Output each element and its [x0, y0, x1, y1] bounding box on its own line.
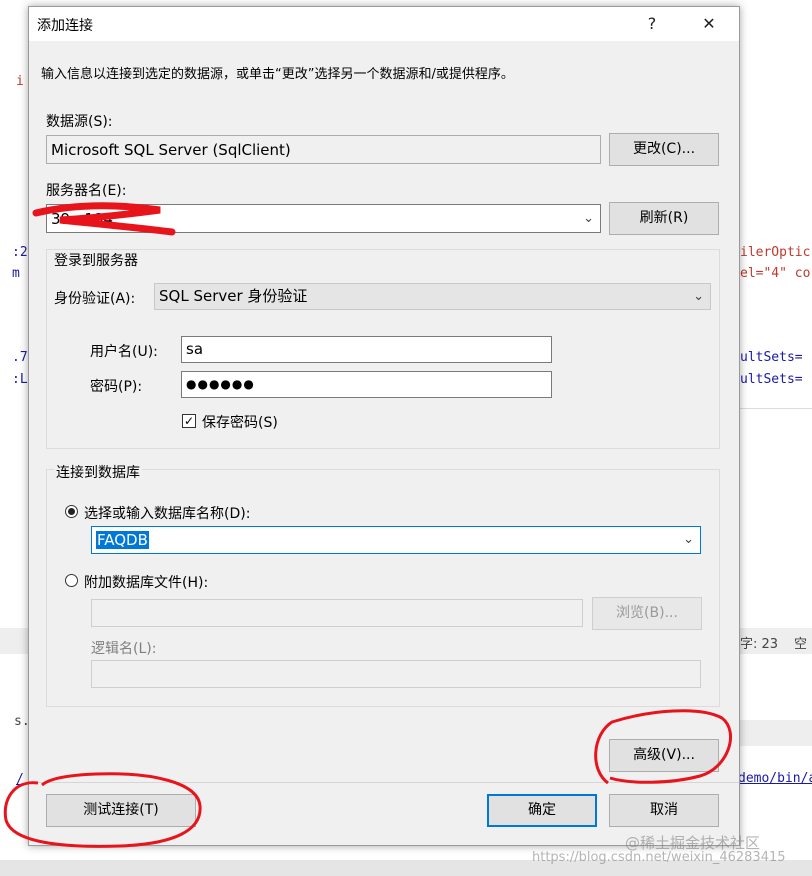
- advanced-circle: [594, 709, 732, 785]
- annotation-layer: [3, 202, 732, 848]
- url-watermark: https://blog.csdn.net/weixin_46283415: [532, 850, 786, 865]
- test-connection-circle: [3, 772, 202, 848]
- redaction-scribble: [32, 202, 176, 236]
